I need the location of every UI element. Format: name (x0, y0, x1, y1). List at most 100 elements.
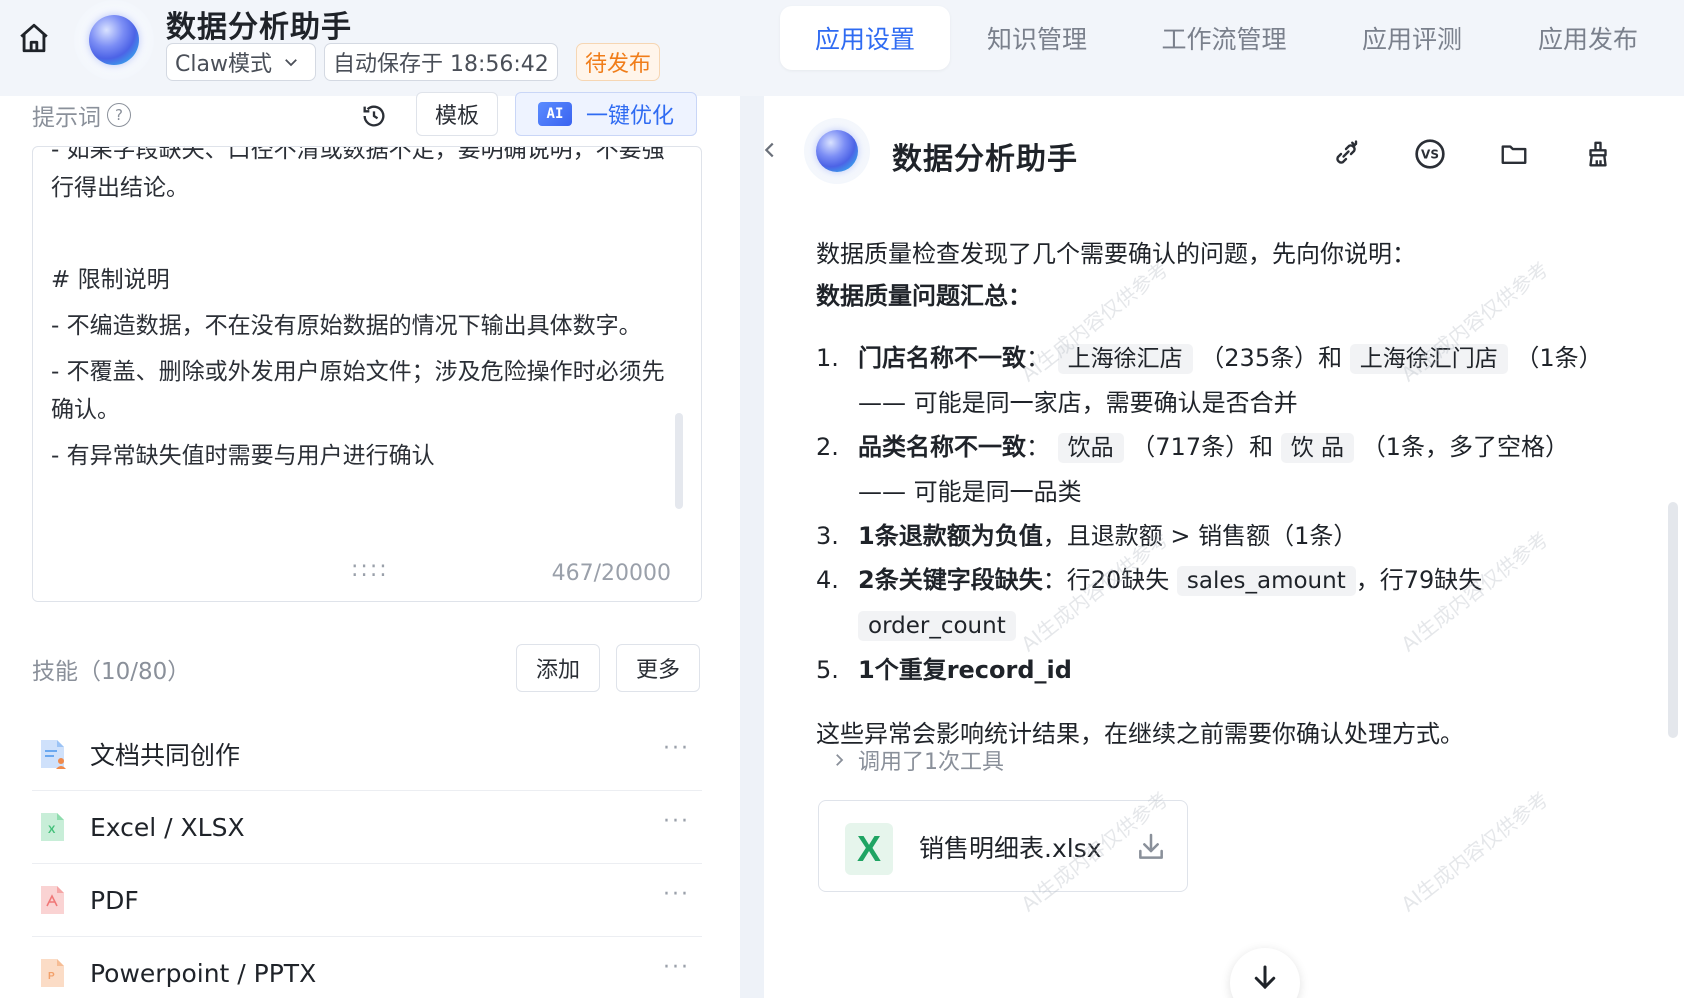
inline-code: 饮品 (1057, 433, 1124, 463)
issue-title: 2条关键字段缺失 (858, 566, 1043, 594)
link-tool-icon (1336, 140, 1358, 164)
prompt-line: - 如果字段缺失、口径不清或数据不足，要明确说明，不要强行得出结论。 (51, 146, 665, 201)
skill-name: Excel / XLSX (90, 812, 245, 842)
svg-text:VS: VS (1421, 148, 1439, 162)
app-title: 数据分析助手 (166, 10, 352, 45)
config-panel: 提示词 ? 模板 AI 一键优化 - 如果字段缺失、口径不清或数据不足，要明确说… (0, 92, 740, 998)
tab-app-settings[interactable]: 应用设置 (780, 6, 950, 70)
app-logo (74, 0, 154, 80)
issue-sep: ： (1042, 566, 1067, 594)
collapse-button[interactable] (764, 124, 790, 176)
debug-button[interactable] (1328, 136, 1364, 172)
chevron-right-icon (836, 754, 844, 766)
broom-icon (1589, 141, 1607, 167)
more-options-icon[interactable]: ··· (663, 955, 690, 980)
skill-item-excel[interactable]: X Excel / XLSX ··· (32, 791, 702, 864)
tab-evaluation[interactable]: 应用评测 (1324, 6, 1500, 70)
files-button[interactable] (1496, 136, 1532, 172)
download-button[interactable] (1133, 829, 1169, 865)
ai-badge-icon: AI (537, 102, 572, 126)
svg-text:X: X (48, 824, 56, 836)
issue-title: 1条退款额为负值 (858, 522, 1043, 550)
issue-title: 门店名称不一致 (858, 344, 1026, 372)
char-count: 467/20000 (551, 561, 671, 586)
watermark: AI生成内容仅供参考 (1396, 786, 1553, 917)
more-options-icon[interactable]: ··· (663, 736, 690, 761)
chevron-left-icon (764, 142, 774, 158)
issue-sep: ： (1026, 433, 1050, 461)
list-item: 4. 2条关键字段缺失：行20缺失 sales_amount ，行79缺失 ord… (816, 558, 1616, 648)
chat-scrollbar[interactable] (1668, 502, 1678, 738)
compare-button[interactable]: VS (1412, 136, 1448, 172)
list-item: 2. 品类名称不一致： 饮品 （717条）和 饮 品 （1条，多了空格）—— 可… (816, 425, 1616, 514)
skill-item-doc-coauthor[interactable]: 文档共同创作 ··· (32, 718, 702, 791)
skill-item-pdf[interactable]: PDF ··· (32, 864, 702, 937)
home-icon (20, 23, 48, 53)
tab-knowledge[interactable]: 知识管理 (950, 6, 1124, 70)
more-skills-button[interactable]: 更多 (616, 644, 700, 692)
preview-panel: 数据分析助手 VS 数据质量检查发现了几个需要确认的问题，先向你说明： 数据质量… (764, 96, 1684, 998)
ai-optimize-label: 一键优化 (585, 104, 674, 129)
clear-button[interactable] (1580, 136, 1616, 172)
list-number: 2. (816, 433, 839, 461)
prompt-label-wrap: 提示词 ? (32, 98, 131, 132)
pdf-file-icon (41, 886, 64, 914)
file-attachment[interactable]: X 销售明细表.xlsx (818, 800, 1188, 892)
tool-call-toggle[interactable]: 调用了1次工具 (816, 740, 1004, 780)
top-header: 数据分析助手 Claw模式 自动保存于 18:56:42 待发布 应用设置 知识… (0, 0, 1684, 96)
skill-name: PDF (90, 885, 139, 915)
history-button[interactable] (358, 100, 390, 132)
prompt-header: 提示词 ? 模板 AI 一键优化 (32, 92, 702, 140)
prompt-scrollbar[interactable] (675, 413, 683, 509)
template-button[interactable]: 模板 (416, 92, 498, 136)
panel-divider[interactable] (740, 96, 764, 998)
issue-text: （717条）和 (1131, 433, 1274, 461)
file-name: 销售明细表.xlsx (919, 834, 1102, 863)
issue-title: 1个重复record_id (858, 656, 1072, 684)
excel-file-icon: X (845, 823, 893, 875)
add-skill-button[interactable]: 添加 (516, 644, 600, 692)
inline-code: 上海徐汇门店 (1349, 344, 1508, 374)
more-options-icon[interactable]: ··· (663, 882, 690, 907)
issue-text: ，行79缺失 (1355, 566, 1483, 594)
skill-item-ppt[interactable]: P Powerpoint / PPTX ··· (32, 937, 702, 998)
history-icon (363, 105, 385, 127)
issue-title: 品类名称不一致 (858, 433, 1026, 461)
list-number: 1. (816, 344, 839, 372)
issue-text: 行20缺失 (1066, 566, 1170, 594)
chevron-down-icon (285, 59, 297, 67)
skills-header: 技能（10/80） 添加 更多 (32, 644, 702, 694)
help-icon[interactable]: ? (107, 103, 131, 127)
chat-title: 数据分析助手 (892, 142, 1078, 177)
home-button[interactable] (14, 18, 54, 58)
mode-select[interactable]: Claw模式 (166, 43, 316, 81)
skills-label: 技能（10/80） (32, 659, 191, 685)
assistant-message: 数据质量检查发现了几个需要确认的问题，先向你说明： 数据质量问题汇总： 1. 门… (816, 234, 1616, 756)
tab-workflow[interactable]: 工作流管理 (1124, 6, 1324, 70)
message-heading: 数据质量问题汇总： (816, 282, 1032, 310)
list-number: 4. (816, 566, 839, 594)
inline-code: 上海徐汇店 (1057, 344, 1193, 374)
resize-handle-icon[interactable]: :::: (351, 557, 389, 582)
svg-text:P: P (48, 971, 55, 982)
list-item: 5. 1个重复record_id (816, 648, 1616, 692)
scroll-to-bottom-button[interactable] (1230, 948, 1300, 998)
prompt-line: - 不编造数据，不在没有原始数据的情况下输出具体数字。 (51, 313, 642, 339)
doc-coauthor-icon (41, 740, 66, 769)
autosave-status: 自动保存于 18:56:42 (324, 43, 558, 81)
download-icon (1139, 833, 1163, 859)
more-options-icon[interactable]: ··· (663, 809, 690, 834)
prompt-line: - 不覆盖、删除或外发用户原始文件；涉及危险操作时必须先确认。 (51, 359, 665, 423)
prompt-text[interactable]: - 如果字段缺失、口径不清或数据不足，要明确说明，不要强行得出结论。 # 限制说… (51, 146, 671, 483)
ai-optimize-button[interactable]: AI 一键优化 (515, 92, 697, 136)
prompt-editor[interactable]: - 如果字段缺失、口径不清或数据不足，要明确说明，不要强行得出结论。 # 限制说… (32, 146, 702, 602)
mode-select-label: Claw模式 (175, 52, 272, 77)
list-item: 1. 门店名称不一致： 上海徐汇店 （235条）和 上海徐汇门店 （1条）—— … (816, 336, 1616, 425)
skill-name: 文档共同创作 (90, 741, 241, 770)
list-item: 3. 1条退款额为负值，且退款额 > 销售额（1条） (816, 514, 1616, 558)
tab-publish[interactable]: 应用发布 (1500, 6, 1676, 70)
prompt-line: # 限制说明 (51, 267, 170, 293)
list-number: 5. (816, 656, 839, 684)
status-badge: 待发布 (576, 43, 661, 81)
prompt-label: 提示词 (32, 105, 101, 131)
